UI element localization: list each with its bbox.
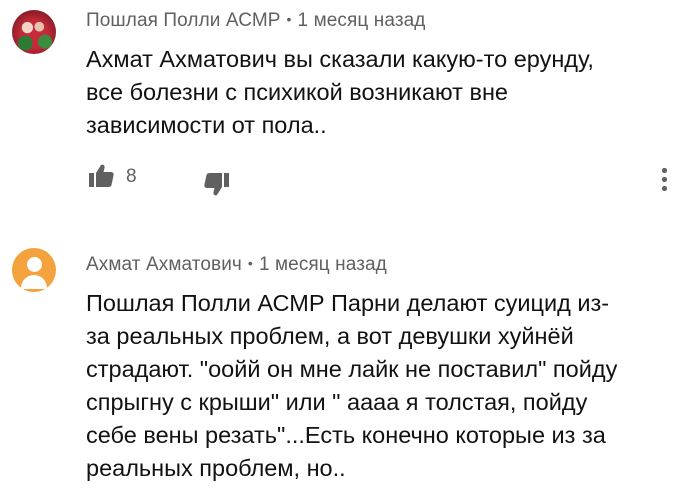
comment-text: Пошлая Полли АСМР Парни делают суицид из… [86, 287, 686, 485]
comment-text-line: страдают. "оойй он мне лайк не поставил"… [86, 356, 618, 382]
meta-separator: • [247, 255, 253, 271]
comment-text-line: себе вены резать"...Есть конечно которые… [86, 422, 606, 448]
more-vert-icon[interactable] [656, 166, 672, 196]
comment-text-line: Пошлая Полли АСМР Парни делают суицид из… [86, 290, 610, 316]
comment-1: Пошлая Полли АСМР • 1 месяц назад Ахмат Ах… [0, 0, 700, 230]
thumb-up-icon[interactable] [86, 162, 116, 192]
comment-meta: Пошлая Полли АСМР • 1 месяц назад [86, 10, 425, 32]
comment-text-line: за реальных проблем, а вот девушки хуйнё… [86, 323, 574, 349]
comment-time: 1 месяц назад [258, 254, 387, 275]
comment-text-line: реальных проблем, но.. [86, 455, 346, 481]
comment-text-line: зависимости от пола.. [86, 112, 327, 138]
comment-time: 1 месяц назад [297, 10, 426, 31]
meta-separator: • [286, 11, 292, 27]
user-head-icon [26, 257, 42, 272]
comment-text-line: Ахмат Ахматович вы сказали какую-то ерун… [86, 46, 594, 72]
author-name[interactable]: Ахмат Ахматович [86, 254, 242, 275]
comment-text: Ахмат Ахматович вы сказали какую-то ерун… [86, 43, 686, 142]
author-avatar[interactable] [12, 248, 56, 292]
comment-text-line: спрыгну с крыши" или " аааа я толстая, п… [86, 389, 588, 415]
comment-meta: Ахмат Ахматович • 1 месяц назад [86, 254, 387, 276]
user-shoulders-icon [21, 275, 47, 289]
author-name[interactable]: Пошлая Полли АСМР [86, 10, 281, 31]
comment-2: Ахмат Ахматович • 1 месяц назад Пошлая Пол… [0, 232, 700, 488]
comment-text-line: все болезни с психикой возникают вне [86, 79, 508, 105]
comment-actions: 8 [86, 162, 686, 196]
author-avatar[interactable] [12, 10, 56, 54]
like-count: 8 [126, 166, 137, 187]
thumb-down-icon[interactable] [202, 168, 232, 198]
